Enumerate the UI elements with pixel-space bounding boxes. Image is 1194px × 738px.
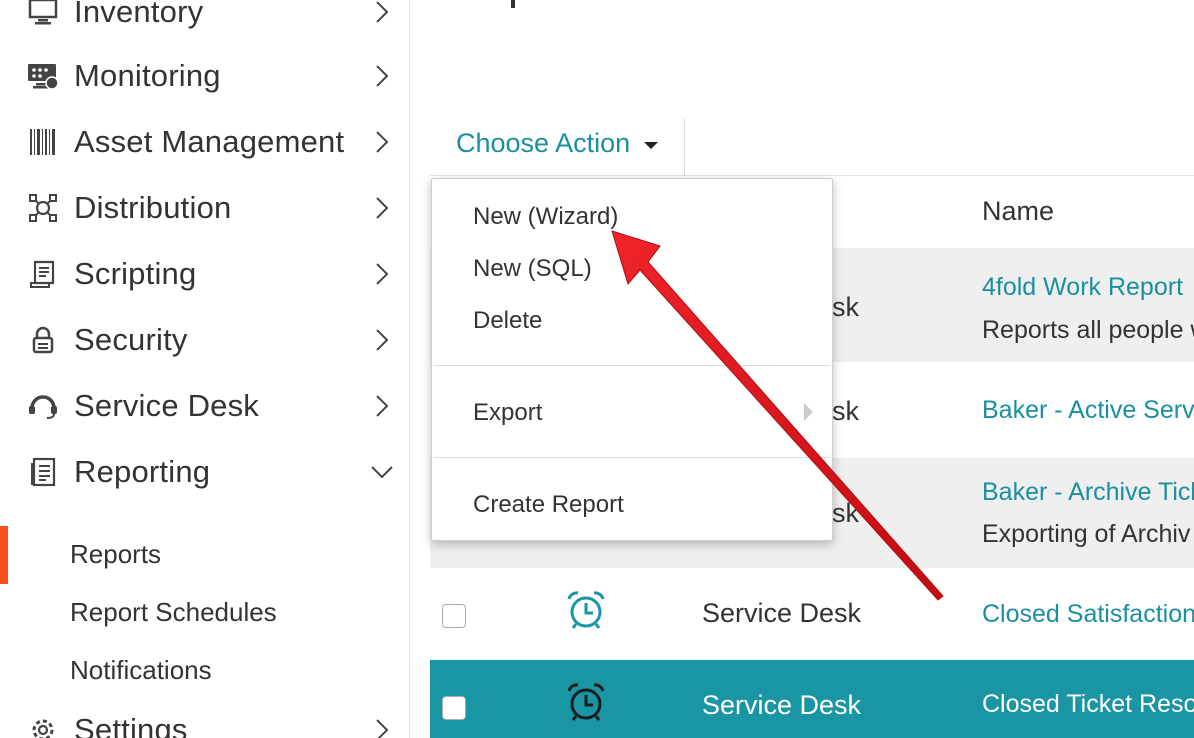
chevron-right-icon bbox=[376, 719, 389, 738]
lock-icon bbox=[26, 323, 60, 357]
choose-action-label: Choose Action bbox=[456, 128, 631, 158]
report-icon bbox=[26, 455, 60, 489]
chevron-right-icon bbox=[376, 1, 389, 23]
monitor-icon bbox=[26, 0, 60, 29]
sidebar: Inventory Monitoring Asset Management Di… bbox=[0, 0, 410, 738]
active-indicator bbox=[0, 526, 8, 584]
table-border bbox=[430, 175, 1194, 176]
menu-item-new-wizard[interactable]: New (Wizard) bbox=[473, 203, 618, 231]
report-name-link[interactable]: Closed Satisfaction bbox=[982, 600, 1194, 629]
chevron-right-icon bbox=[376, 329, 389, 351]
distribution-icon bbox=[26, 191, 60, 225]
sidebar-item-monitoring[interactable]: Monitoring bbox=[0, 46, 409, 106]
headset-icon bbox=[26, 389, 60, 423]
report-name-link[interactable]: Baker - Active Servi bbox=[982, 396, 1194, 425]
sidebar-item-label: Asset Management bbox=[74, 124, 345, 159]
choose-action-button[interactable]: Choose Action bbox=[456, 128, 659, 159]
chevron-right-icon bbox=[376, 263, 389, 285]
menu-divider bbox=[434, 457, 830, 458]
monitoring-icon bbox=[26, 59, 60, 93]
menu-divider bbox=[434, 365, 830, 366]
chevron-right-icon bbox=[376, 395, 389, 417]
category-cell: sk bbox=[832, 498, 859, 528]
chevron-down-icon bbox=[371, 466, 393, 479]
chevron-right-icon bbox=[376, 65, 389, 87]
gear-icon bbox=[26, 713, 60, 738]
report-name-link[interactable]: Baker - Archive Tick bbox=[982, 478, 1194, 507]
sidebar-item-inventory[interactable]: Inventory bbox=[0, 0, 409, 42]
chevron-right-icon bbox=[376, 197, 389, 219]
sidebar-item-label: Inventory bbox=[74, 0, 204, 29]
sidebar-item-label: Security bbox=[74, 322, 188, 357]
menu-item-create-report[interactable]: Create Report bbox=[473, 491, 624, 519]
row-checkbox[interactable] bbox=[442, 604, 466, 628]
caret-down-icon bbox=[644, 142, 659, 149]
sidebar-item-label: Scripting bbox=[74, 256, 197, 291]
report-name-link[interactable]: Closed Ticket Resol bbox=[982, 690, 1194, 719]
sidebar-item-label: Reporting bbox=[74, 454, 211, 489]
sidebar-subitem-report-schedules[interactable]: Report Schedules bbox=[70, 597, 277, 628]
sidebar-item-distribution[interactable]: Distribution bbox=[0, 178, 409, 238]
choose-action-menu: New (Wizard) New (SQL) Delete Export Cre… bbox=[431, 178, 833, 541]
report-description: Reports all people w bbox=[982, 316, 1194, 344]
menu-item-new-sql[interactable]: New (SQL) bbox=[473, 255, 592, 283]
toolbar-divider bbox=[684, 118, 685, 176]
row-checkbox[interactable] bbox=[442, 696, 466, 720]
category-cell: Service Desk bbox=[702, 598, 862, 628]
sidebar-item-label: Settings bbox=[74, 712, 188, 738]
menu-item-export[interactable]: Export bbox=[473, 399, 542, 427]
report-description: Exporting of Archiv bbox=[982, 520, 1191, 548]
alarm-clock-icon bbox=[567, 683, 605, 721]
sidebar-item-settings[interactable]: Settings bbox=[0, 700, 409, 738]
category-cell: Service Desk bbox=[702, 690, 862, 720]
sidebar-item-service-desk[interactable]: Service Desk bbox=[0, 376, 409, 436]
sidebar-item-label: Service Desk bbox=[74, 388, 260, 423]
sidebar-subitem-notifications[interactable]: Notifications bbox=[70, 655, 212, 686]
menu-item-delete[interactable]: Delete bbox=[473, 307, 542, 335]
sidebar-item-asset-management[interactable]: Asset Management bbox=[0, 112, 409, 172]
sidebar-item-scripting[interactable]: Scripting bbox=[0, 244, 409, 304]
sidebar-subitem-reports[interactable]: Reports bbox=[70, 539, 161, 570]
category-cell: sk bbox=[832, 396, 859, 426]
sidebar-item-label: Distribution bbox=[74, 190, 232, 225]
barcode-icon bbox=[26, 125, 60, 159]
sidebar-item-reporting[interactable]: Reporting bbox=[0, 442, 409, 502]
table-row-selected[interactable]: Service Desk Closed Ticket Resol bbox=[430, 660, 1194, 738]
sidebar-item-security[interactable]: Security bbox=[0, 310, 409, 370]
sidebar-item-label: Monitoring bbox=[74, 58, 221, 93]
submenu-arrow-icon bbox=[804, 403, 813, 421]
column-header-name[interactable]: Name bbox=[982, 196, 1054, 227]
page-title-fragment bbox=[511, 0, 515, 8]
report-name-link[interactable]: 4fold Work Report bbox=[982, 273, 1183, 302]
chevron-right-icon bbox=[376, 131, 389, 153]
script-icon bbox=[26, 257, 60, 291]
table-row[interactable]: Service Desk Closed Satisfaction bbox=[430, 568, 1194, 660]
category-cell: sk bbox=[832, 292, 859, 322]
alarm-clock-icon bbox=[567, 591, 605, 629]
